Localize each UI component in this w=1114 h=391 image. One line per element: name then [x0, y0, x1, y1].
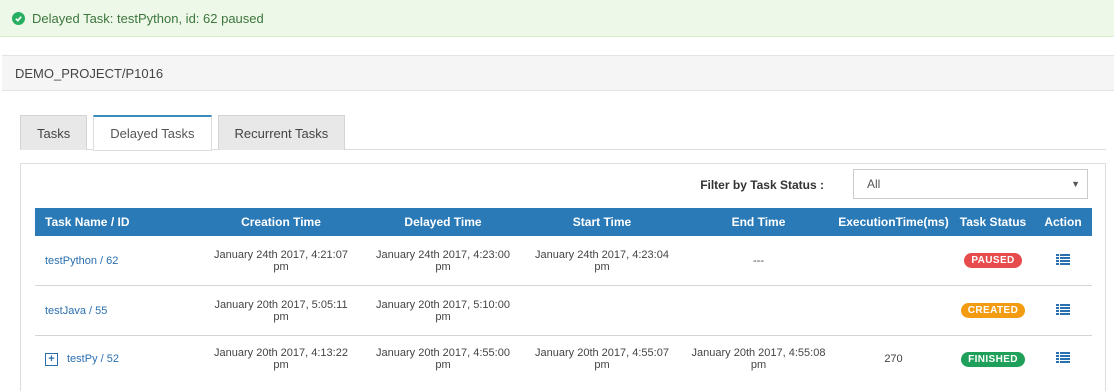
status-cell: FINISHED [952, 351, 1034, 367]
action-cell [1034, 352, 1092, 366]
table-row: testPython / 62 January 24th 2017, 4:21:… [35, 236, 1092, 286]
time-text: pm [435, 260, 451, 273]
table-header: Task Name / ID Creation Time Delayed Tim… [35, 208, 1092, 236]
execution-time-cell: 270 [884, 353, 903, 365]
time-text: pm [594, 260, 610, 273]
tab-delayed-tasks[interactable]: Delayed Tasks [93, 115, 212, 151]
time-text: January 20th 2017, 5:05:11 [214, 298, 348, 311]
time-text: pm [435, 359, 451, 371]
task-name-link[interactable]: testJava / 55 [45, 305, 107, 317]
task-name-cell: testJava / 55 [35, 305, 198, 317]
table-row: + testPy / 52 January 20th 2017, 4:13:22… [35, 336, 1092, 382]
status-badge: PAUSED [964, 253, 1022, 268]
creation-time-cell: January 20th 2017, 5:05:11 pm [198, 299, 364, 323]
list-icon[interactable] [1056, 352, 1070, 366]
column-header-creation[interactable]: Creation Time [198, 215, 364, 229]
plus-icon[interactable]: + [45, 352, 58, 366]
time-text: pm [273, 310, 289, 323]
list-icon[interactable] [1056, 303, 1070, 318]
time-text: January 24th 2017, 4:23:00 [376, 248, 510, 261]
tasks-table: Task Name / ID Creation Time Delayed Tim… [35, 208, 1092, 382]
time-text: pm [435, 310, 451, 323]
time-text: January 20th 2017, 5:10:00 [376, 298, 510, 311]
chevron-down-icon: ▼ [1071, 179, 1080, 189]
column-header-action: Action [1044, 215, 1082, 229]
time-text: January 20th 2017, 4:55:00 [376, 347, 510, 359]
action-cell [1034, 303, 1092, 318]
task-name-link[interactable]: testPython / 62 [45, 255, 118, 267]
creation-time-cell: January 20th 2017, 4:13:22 pm [198, 347, 364, 371]
time-text: January 20th 2017, 4:13:22 [214, 347, 348, 359]
filter-selected-value: All [867, 177, 881, 191]
list-icon[interactable] [1056, 253, 1070, 268]
tab-label: Recurrent Tasks [234, 125, 329, 141]
table-row: testJava / 55 January 20th 2017, 5:05:11… [35, 286, 1092, 336]
check-circle-icon [12, 11, 25, 25]
project-title: DEMO_PROJECT/P1016 [15, 65, 164, 81]
time-text: pm [750, 359, 767, 371]
filter-label: Filter by Task Status : [700, 178, 824, 192]
time-text: --- [753, 254, 764, 267]
task-name-cell: testPython / 62 [35, 255, 198, 267]
column-header-end[interactable]: End Time [682, 215, 835, 229]
project-header: DEMO_PROJECT/P1016 [2, 55, 1114, 91]
status-filter-select[interactable]: All ▼ [853, 169, 1088, 199]
status-badge: CREATED [960, 303, 1026, 318]
tab-tasks[interactable]: Tasks [20, 115, 88, 150]
time-text: January 24th 2017, 4:23:04 [535, 248, 669, 261]
time-text: January 20th 2017, 4:55:07 [535, 347, 669, 359]
success-alert: Delayed Task: testPython, id: 62 paused [0, 0, 1114, 37]
status-badge: FINISHED [961, 351, 1025, 367]
end-time-cell: --- [682, 255, 835, 267]
time-text: pm [273, 359, 289, 371]
task-name-link[interactable]: testPy / 52 [67, 353, 119, 365]
tab-recurrent-tasks[interactable]: Recurrent Tasks [217, 115, 346, 150]
column-header-start[interactable]: Start Time [522, 215, 682, 229]
delayed-time-cell: January 20th 2017, 5:10:00 pm [364, 299, 522, 323]
time-text: January 20th 2017, 4:55:08 [691, 347, 826, 359]
task-name-cell: + testPy / 52 [35, 352, 198, 366]
column-header-status[interactable]: Task Status [952, 215, 1034, 229]
time-text: pm [273, 260, 289, 273]
tab-label: Tasks [37, 125, 71, 141]
tab-label: Delayed Tasks [110, 126, 195, 141]
status-cell: CREATED [952, 303, 1034, 318]
column-header-execution[interactable]: ExecutionTime(ms) [835, 215, 952, 229]
column-header-delayed[interactable]: Delayed Time [364, 215, 522, 229]
time-text: pm [594, 359, 610, 371]
action-cell [1034, 253, 1092, 268]
alert-message: Delayed Task: testPython, id: 62 paused [32, 10, 264, 26]
time-text: January 24th 2017, 4:21:07 [214, 248, 348, 261]
delayed-time-cell: January 20th 2017, 4:55:00 pm [364, 347, 522, 371]
column-header-name[interactable]: Task Name / ID [35, 215, 198, 229]
end-time-cell: January 20th 2017, 4:55:08 pm [682, 347, 835, 371]
delayed-time-cell: January 24th 2017, 4:23:00 pm [364, 249, 522, 273]
creation-time-cell: January 24th 2017, 4:21:07 pm [198, 249, 364, 273]
status-cell: PAUSED [952, 253, 1034, 268]
delayed-tasks-panel: Filter by Task Status : All ▼ Task Name … [20, 163, 1106, 391]
start-time-cell: January 20th 2017, 4:55:07 pm [522, 347, 682, 371]
task-tabs: Tasks Delayed Tasks Recurrent Tasks [20, 115, 1106, 151]
start-time-cell: January 24th 2017, 4:23:04 pm [522, 249, 682, 273]
